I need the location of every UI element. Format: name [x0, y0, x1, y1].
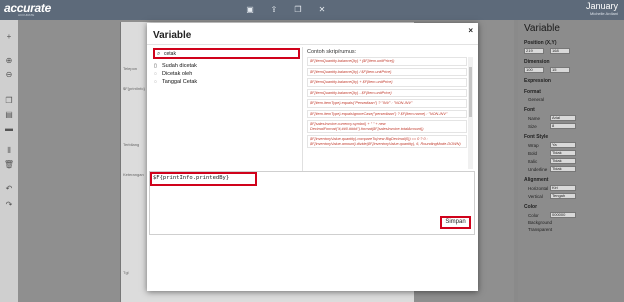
italic-select[interactable]: Tidak: [550, 158, 576, 164]
example-snippet[interactable]: $F{itemQuantity.balanceQty} + $F{item.un…: [307, 78, 467, 87]
font-label: Font: [524, 107, 535, 113]
delete-icon[interactable]: 🗑: [3, 160, 15, 170]
font-name-label: Name: [528, 115, 541, 121]
close-icon[interactable]: ✕: [316, 4, 328, 15]
dimension-label: Dimension: [524, 59, 550, 65]
underline-select[interactable]: Tidak: [550, 166, 576, 172]
designer-toolbar: ▣ ⇪ ❐ ✕: [244, 4, 328, 15]
position-label: Position (X,Y): [524, 40, 557, 46]
paper-label-printinfo[interactable]: $F{printInfo}: [123, 86, 145, 91]
examples-title: Contoh skrip/rumus:: [307, 49, 357, 55]
expression-text[interactable]: $F{printInfo.printedBy}: [153, 175, 229, 181]
list-item[interactable]: ▯ Sudah dicetak: [154, 62, 197, 70]
dimension-width-field[interactable]: 100: [524, 67, 544, 73]
paste-icon[interactable]: ▤: [3, 110, 15, 120]
redo-icon[interactable]: ↷: [3, 200, 15, 210]
expression-label: Expression: [524, 78, 551, 84]
scrollbar-thumb[interactable]: [469, 67, 472, 117]
paper-label-phone[interactable]: Telepon: [123, 66, 137, 71]
font-style-label: Font Style: [524, 134, 549, 140]
zoom-out-icon[interactable]: ⊖: [3, 70, 15, 80]
list-item-label: Sudah dicetak: [162, 63, 197, 69]
transparent-checkbox[interactable]: Transparent: [524, 227, 552, 232]
align-icon[interactable]: ⫴: [3, 146, 15, 156]
example-snippet[interactable]: $F{item.itemType}.equals("Persediaan") ?…: [307, 99, 467, 108]
examples-pane: Contoh skrip/rumus: $F{itemQuantity.bala…: [304, 47, 473, 171]
position-x-field[interactable]: 219: [524, 48, 544, 54]
example-snippet[interactable]: $F{item.itemType}.equalsIgnoreCase("pers…: [307, 109, 467, 118]
bold-label: Bold: [528, 150, 538, 156]
paper-label-terbilang[interactable]: Terbilang: [123, 142, 139, 147]
cut-icon[interactable]: ▬: [3, 124, 15, 134]
copy-icon[interactable]: ❐: [292, 4, 304, 15]
dialog-close-button[interactable]: ×: [468, 26, 473, 35]
vertical-label: Vertical: [528, 193, 543, 199]
example-snippet[interactable]: $F{itemQuantity.balanceQty} / $F{item.un…: [307, 67, 467, 76]
export-icon[interactable]: ⇪: [268, 4, 280, 15]
pane-divider: [302, 47, 303, 171]
examples-scrollbar[interactable]: [468, 57, 473, 169]
properties-panel: Variable Position (X,Y) 219 168 Dimensio…: [518, 20, 624, 302]
background-label: Background: [528, 220, 553, 225]
copy-element-icon[interactable]: ❐: [3, 96, 15, 106]
left-toolbar: + ⊕ ⊖ ❐ ▤ ▬ ⫴ 🗑 ↶ ↷: [0, 20, 18, 302]
example-snippet[interactable]: $F{itemQuantity.balanceQty} * ($F{item.u…: [307, 57, 467, 66]
wrap-label: Wrap: [528, 142, 539, 148]
paper-label-keterangan[interactable]: Keterangan: [123, 172, 144, 177]
example-snippet[interactable]: $F{inventoryValue.quantity}.compareTo(ne…: [307, 135, 467, 148]
format-value[interactable]: General: [524, 97, 550, 102]
panel-title: Variable: [524, 23, 560, 34]
search-icon: ⌕: [157, 51, 161, 57]
save-icon[interactable]: ▣: [244, 4, 256, 15]
top-bar: accurate ACCURATE ▣ ⇪ ❐ ✕ January Michel…: [0, 0, 624, 20]
color-field[interactable]: 000000: [550, 212, 576, 218]
paper-label-date[interactable]: Tgl: [123, 270, 129, 275]
wrap-select[interactable]: Ya: [550, 142, 576, 148]
variable-list-pane: ⌕ ▯ Sudah dicetak ◌ Dicetak oleh ◌ Tangg…: [152, 47, 300, 171]
add-icon[interactable]: +: [3, 32, 15, 42]
dialog-title: Variable: [153, 30, 192, 41]
vertical-select[interactable]: Tengah: [550, 193, 576, 199]
color-label: Color: [528, 212, 539, 218]
underline-label: Underline: [528, 166, 548, 172]
horizontal-select[interactable]: Kiri: [550, 185, 576, 191]
speech-bubble-icon: ◌: [154, 79, 157, 85]
speech-bubble-icon: ◌: [154, 71, 157, 77]
app-logo-sub: ACCURATE: [18, 13, 35, 17]
undo-icon[interactable]: ↶: [3, 184, 15, 194]
bold-select[interactable]: Tidak: [550, 150, 576, 156]
color-section-label: Color: [524, 204, 538, 210]
variable-dialog: Variable × ⌕ ▯ Sudah dicetak ◌ Dicetak o…: [147, 23, 478, 291]
save-button[interactable]: Simpan: [440, 216, 471, 229]
alignment-label: Alignment: [524, 177, 549, 183]
font-size-field[interactable]: 8: [550, 123, 576, 129]
document-icon: ▯: [154, 63, 157, 69]
list-item[interactable]: ◌ Tanggal Cetak: [154, 78, 197, 86]
examples-list[interactable]: $F{itemQuantity.balanceQty} * ($F{item.u…: [307, 57, 467, 169]
dialog-divider: [147, 44, 478, 45]
example-snippet[interactable]: $F{itemQuantity.balanceQty} - $F{item.un…: [307, 88, 467, 97]
font-size-label: Size: [528, 123, 537, 129]
dimension-height-field[interactable]: 15: [550, 67, 570, 73]
zoom-in-icon[interactable]: ⊕: [3, 56, 15, 66]
format-label: Format: [524, 89, 541, 95]
position-y-field[interactable]: 168: [550, 48, 570, 54]
period-month: January: [585, 1, 618, 11]
example-snippet[interactable]: $F{salesInvoice.currency.symbol} + " " +…: [307, 120, 467, 133]
variable-search-input[interactable]: [164, 50, 294, 57]
user-name: Michelle Ardiani: [589, 11, 618, 16]
variable-list: ▯ Sudah dicetak ◌ Dicetak oleh ◌ Tanggal…: [154, 62, 197, 86]
variable-search-box[interactable]: ⌕: [153, 48, 300, 59]
list-item-label: Dicetak oleh: [162, 71, 193, 77]
list-item-label: Tanggal Cetak: [162, 79, 198, 85]
font-name-select[interactable]: Arial: [550, 115, 576, 121]
horizontal-label: Horizontal: [528, 185, 549, 191]
italic-label: Italic: [528, 158, 538, 164]
list-item[interactable]: ◌ Dicetak oleh: [154, 70, 197, 78]
